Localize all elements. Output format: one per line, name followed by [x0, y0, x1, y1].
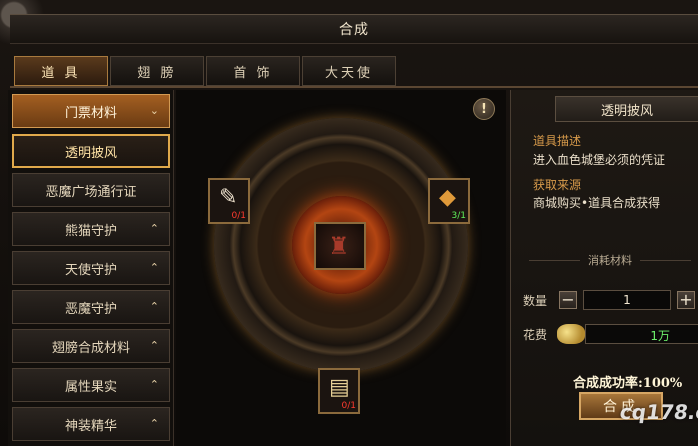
item-name: 透明披风 — [555, 96, 698, 122]
material-slot-feather[interactable]: ✎ 0/1 — [208, 178, 250, 224]
tab-jewelry[interactable]: 首 饰 — [206, 56, 300, 86]
gold-coin-icon — [557, 324, 585, 344]
success-rate: 合成成功率:100% — [573, 376, 683, 391]
description-title: 道具描述 — [533, 134, 582, 148]
material-count: 3/1 — [451, 211, 466, 221]
sidebar-item-label: 翅膀合成材料 — [51, 340, 130, 356]
cloak-icon: ♜ — [328, 232, 350, 260]
tab-archangel[interactable]: 大天使 — [302, 56, 396, 86]
sidebar-item-label: 恶魔广场通行证 — [45, 184, 137, 200]
sidebar-item-label: 门票材料 — [64, 105, 117, 121]
tab-wings[interactable]: 翅 膀 — [110, 56, 204, 86]
scroll-icon: ▤ — [329, 375, 350, 400]
chevron-up-icon: ⌃ — [149, 339, 159, 352]
sidebar-category-demon[interactable]: 恶魔守护 ⌃ — [12, 290, 170, 324]
sidebar-item-label: 属性果实 — [64, 379, 117, 395]
tab-bar: 道 具 翅 膀 首 饰 大天使 — [14, 56, 396, 86]
sidebar-item-label: 透明披风 — [64, 145, 117, 161]
chevron-up-icon: ⌃ — [149, 378, 159, 391]
material-slot-scroll[interactable]: ▤ 0/1 — [318, 368, 360, 414]
quantity-label: 数量 — [523, 294, 548, 308]
cost-box: 1万 — [585, 324, 698, 344]
chevron-down-icon: ⌄ — [149, 104, 159, 117]
sidebar-category-fruits[interactable]: 属性果实 ⌃ — [12, 368, 170, 402]
detail-panel: 透明披风 道具描述 进入血色城堡必须的凭证 获取来源 商城购买•道具合成获得 消… — [510, 90, 698, 446]
window-frame: 合成 道 具 翅 膀 首 饰 大天使 门票材料 ⌄ 透明披风 恶魔广场通行证 熊… — [0, 0, 698, 446]
sidebar-item-devil-square-pass[interactable]: 恶魔广场通行证 — [12, 173, 170, 207]
tab-underline — [10, 86, 698, 88]
crystal-icon: ◆ — [439, 185, 456, 210]
tab-items[interactable]: 道 具 — [14, 56, 108, 86]
material-slot-crystal[interactable]: ◆ 3/1 — [428, 178, 470, 224]
sidebar-category-angel[interactable]: 天使守护 ⌃ — [12, 251, 170, 285]
chevron-up-icon: ⌃ — [149, 417, 159, 430]
increase-button[interactable]: + — [677, 291, 695, 309]
sidebar-category-panda[interactable]: 熊猫守护 ⌃ — [12, 212, 170, 246]
crafting-circle-area: ! ♜ ✎ 0/1 ◆ 3/1 ▤ 0/1 — [176, 90, 506, 446]
sidebar-item-label: 神装精华 — [64, 418, 117, 434]
chevron-up-icon: ⌃ — [149, 261, 159, 274]
sidebar-item-label: 天使守护 — [64, 262, 117, 278]
decrease-button[interactable]: − — [559, 291, 577, 309]
chevron-up-icon: ⌃ — [149, 222, 159, 235]
result-slot[interactable]: ♜ — [314, 222, 366, 270]
sidebar: 门票材料 ⌄ 透明披风 恶魔广场通行证 熊猫守护 ⌃ 天使守护 ⌃ 恶魔守护 ⌃… — [8, 90, 174, 446]
watermark: cq178.cn — [618, 400, 698, 424]
material-count: 0/1 — [341, 401, 356, 411]
materials-title: 消耗材料 — [588, 254, 632, 267]
description-text: 进入血色城堡必须的凭证 — [533, 153, 666, 167]
source-text: 商城购买•道具合成获得 — [533, 196, 661, 210]
sidebar-item-invisible-cloak[interactable]: 透明披风 — [12, 134, 170, 168]
sidebar-category-wing-materials[interactable]: 翅膀合成材料 ⌃ — [12, 329, 170, 363]
cost-value: 1万 — [650, 329, 670, 343]
chevron-up-icon: ⌃ — [149, 300, 159, 313]
feather-icon: ✎ — [219, 185, 238, 210]
window-title: 合成 — [10, 14, 698, 44]
materials-header: 消耗材料 — [521, 252, 698, 268]
source-title: 获取来源 — [533, 178, 582, 192]
sidebar-item-label: 熊猫守护 — [64, 223, 117, 239]
material-count: 0/1 — [231, 211, 246, 221]
sidebar-item-label: 恶魔守护 — [64, 301, 117, 317]
cost-label: 花费 — [523, 328, 548, 342]
sidebar-category-ticket-materials[interactable]: 门票材料 ⌄ — [12, 94, 170, 128]
warning-icon[interactable]: ! — [473, 98, 495, 120]
sidebar-category-essence[interactable]: 神装精华 ⌃ — [12, 407, 170, 441]
quantity-input[interactable]: 1 — [583, 290, 671, 310]
